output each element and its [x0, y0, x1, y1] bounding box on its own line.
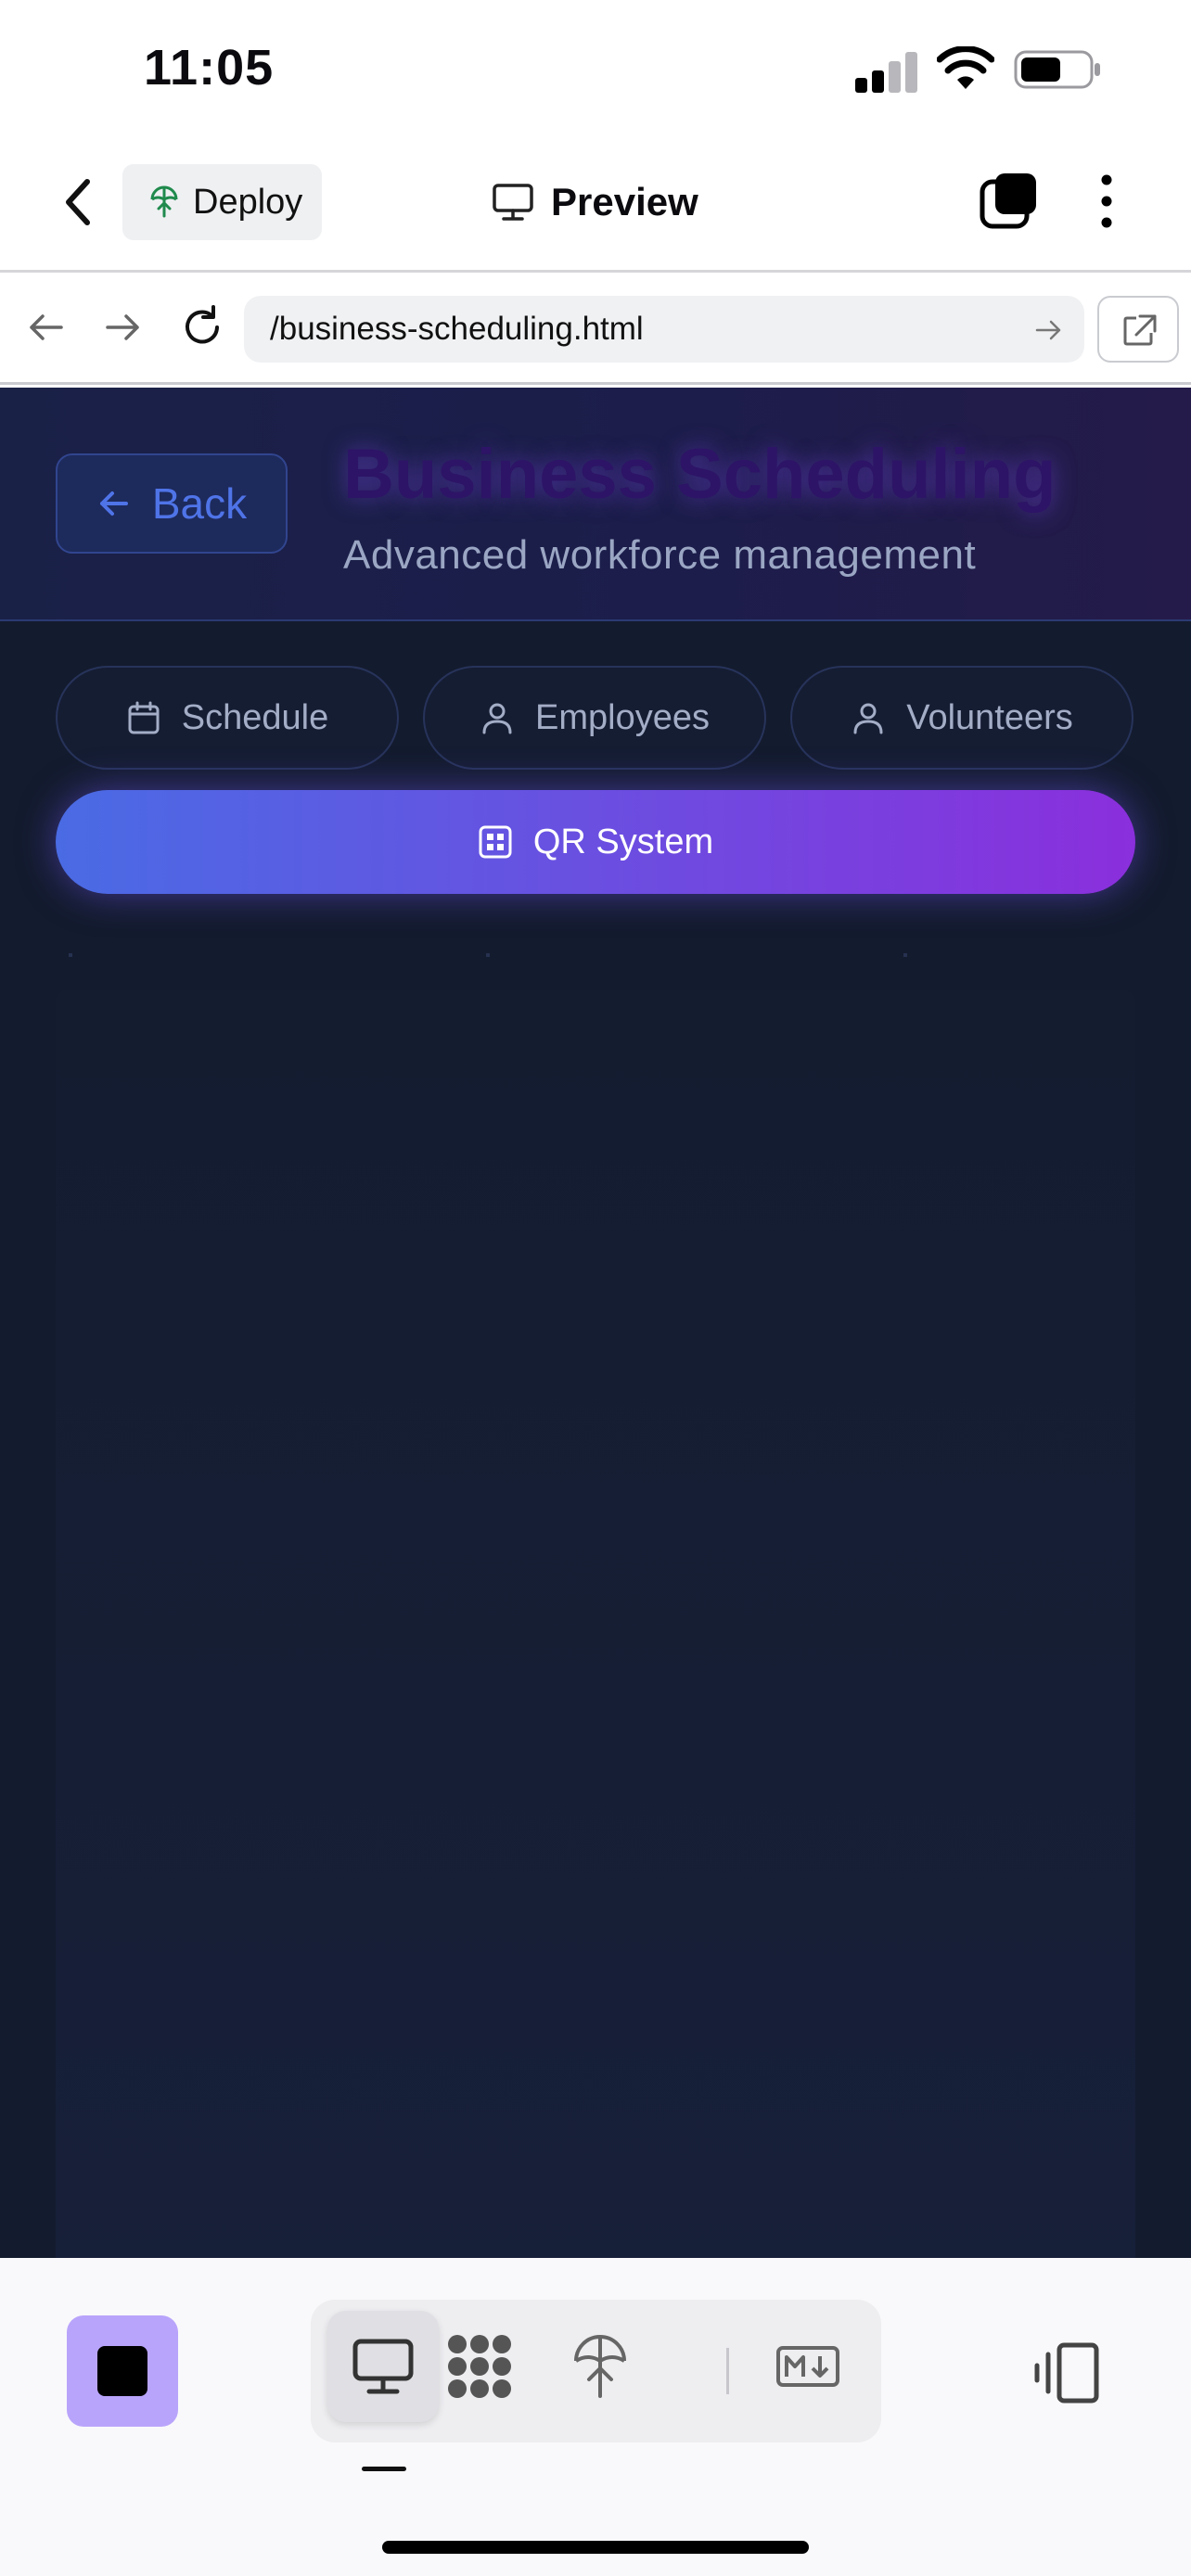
more-options-icon[interactable]	[1083, 171, 1130, 232]
app-header: Deploy Preview	[0, 139, 1191, 273]
home-indicator	[382, 2541, 809, 2554]
tab-employees-label: Employees	[535, 697, 710, 737]
mode-deploy[interactable]	[544, 2311, 656, 2422]
bottom-toolbar	[0, 2258, 1191, 2576]
tab-schedule-label: Schedule	[181, 697, 329, 737]
rotate-device-icon[interactable]	[1031, 2340, 1102, 2406]
markdown-icon	[776, 2346, 839, 2387]
tab-qr-system-label: QR System	[532, 822, 714, 861]
user-icon	[482, 703, 512, 734]
calendar-icon	[128, 701, 160, 734]
site-header: Back Business Scheduling Advanced workfo…	[0, 388, 1191, 621]
mode-markdown[interactable]	[752, 2311, 864, 2422]
view-mode-group	[311, 2300, 881, 2442]
tab-volunteers[interactable]: Volunteers	[790, 666, 1133, 770]
stop-button[interactable]	[67, 2315, 178, 2427]
arrow-left-icon	[99, 491, 128, 516]
browser-back-icon[interactable]	[20, 301, 72, 353]
tabs-switcher-icon[interactable]	[979, 171, 1040, 232]
url-bar: /business-scheduling.html	[0, 275, 1191, 385]
deploy-icon	[574, 2335, 626, 2398]
page-subtitle: Advanced workforce management	[343, 532, 977, 578]
qr-grid-icon	[479, 825, 512, 859]
deploy-label: Deploy	[193, 182, 303, 222]
active-mode-indicator	[362, 2467, 406, 2471]
back-label: Back	[151, 479, 248, 528]
cellular-signal-icon	[855, 52, 918, 93]
web-content: Back Business Scheduling Advanced workfo…	[0, 388, 1191, 2258]
back-chevron-icon[interactable]	[56, 174, 102, 230]
content-panel	[56, 990, 1135, 2258]
open-external-button[interactable]	[1097, 296, 1179, 363]
tab-volunteers-label: Volunteers	[906, 697, 1073, 737]
browser-forward-icon[interactable]	[96, 301, 148, 353]
wifi-icon	[937, 46, 994, 89]
go-arrow-icon[interactable]	[1032, 314, 1064, 346]
user-icon	[853, 703, 883, 734]
url-text: /business-scheduling.html	[270, 311, 644, 347]
monitor-icon	[493, 184, 533, 221]
reload-icon[interactable]	[176, 301, 228, 353]
deploy-button[interactable]: Deploy	[122, 164, 322, 240]
mode-divider	[726, 2348, 729, 2394]
deploy-icon	[150, 185, 178, 218]
preview-label: Preview	[551, 180, 698, 223]
dots-grid-icon	[448, 2335, 511, 2398]
mode-dots[interactable]	[424, 2311, 535, 2422]
tab-employees[interactable]: Employees	[423, 666, 766, 770]
page-title: Business Scheduling	[343, 435, 1057, 514]
tab-schedule[interactable]: Schedule	[56, 666, 399, 770]
url-input[interactable]: /business-scheduling.html	[244, 296, 1084, 363]
tab-qr-system[interactable]: QR System	[56, 790, 1135, 894]
status-time: 11:05	[144, 40, 275, 96]
external-link-icon	[1123, 314, 1157, 346]
monitor-icon	[352, 2339, 414, 2394]
preview-title: Preview	[492, 174, 698, 230]
site-back-button[interactable]: Back	[56, 453, 288, 554]
stop-icon	[97, 2346, 147, 2396]
mode-preview[interactable]	[327, 2311, 439, 2422]
status-bar: 11:05	[0, 0, 1191, 139]
battery-icon	[1014, 50, 1100, 89]
